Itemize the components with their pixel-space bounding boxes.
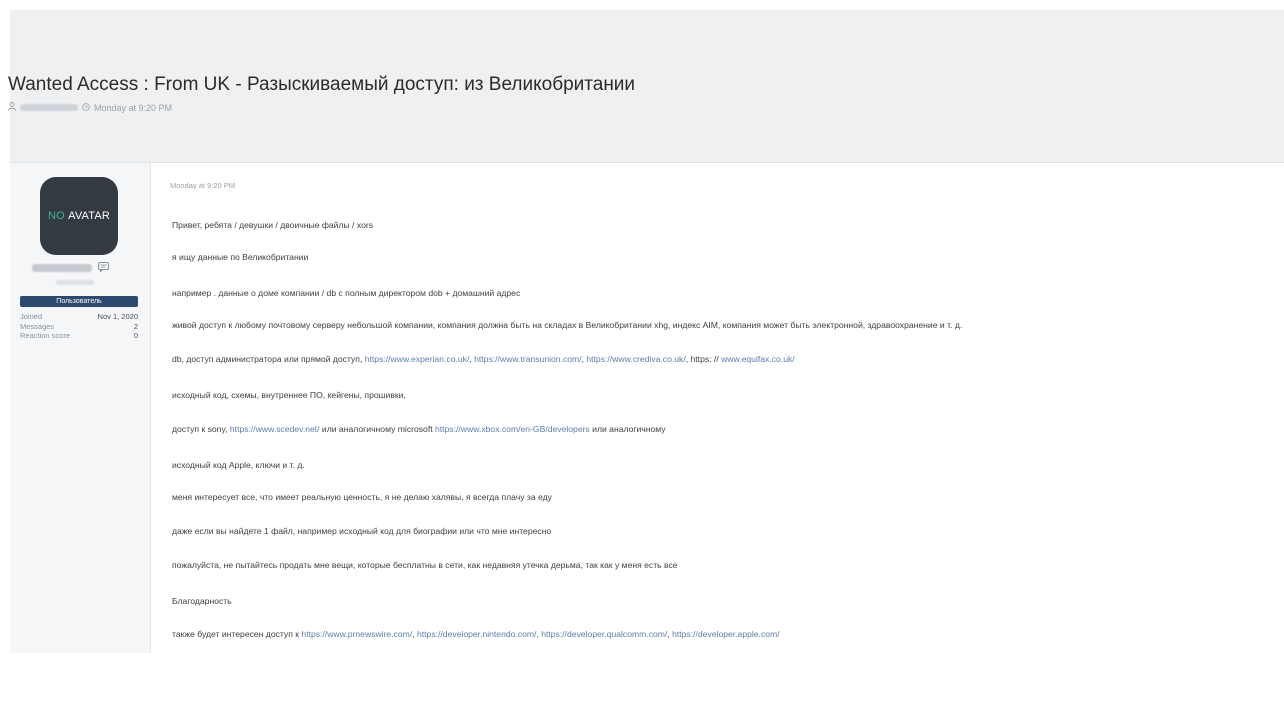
thread-time[interactable]: Monday at 9:20 PM	[94, 103, 172, 113]
stat-label: Messages	[20, 321, 55, 331]
text: также будет интересен доступ к	[172, 629, 302, 639]
stat-messages: Messages 2	[20, 322, 138, 332]
stat-value: Nov 1, 2020	[97, 312, 138, 321]
link-qualcomm-developer[interactable]: https://developer.qualcomm.com/	[541, 629, 667, 639]
avatar[interactable]: NO AVATAR	[40, 177, 118, 255]
link-transunion[interactable]: https://www.transunion.com/	[474, 354, 581, 364]
thread-title: Wanted Access : From UK - Разыскиваемый …	[8, 74, 636, 95]
user-stats: Joined Nov 1, 2020 Messages 2 Reaction s…	[20, 312, 138, 341]
post-line: даже если вы найдете 1 файл, например ис…	[172, 526, 552, 536]
post-line: доступ к sony, https://www.scedev.net/ и…	[172, 424, 666, 434]
clock-icon	[82, 102, 90, 113]
link-nintendo-developer[interactable]: https://developer.nintendo.com/	[417, 629, 536, 639]
user-title	[56, 280, 94, 285]
post-line: например . данные о доме компании / db с…	[172, 288, 521, 298]
link-scedev[interactable]: https://www.scedev.net/	[230, 424, 320, 434]
text: или аналогичному microsoft	[319, 424, 436, 434]
text: доступ к sony,	[172, 424, 230, 434]
message-icon[interactable]	[98, 261, 109, 275]
link-prnewswire[interactable]: https://www.prnewswire.com/	[301, 629, 412, 639]
stat-value: 2	[133, 321, 138, 331]
text: db, доступ администратора или прямой дос…	[172, 354, 365, 364]
post: NO AVATAR Пользователь Joined Nov 1, 202…	[10, 162, 1284, 653]
user-icon	[8, 102, 16, 113]
post-line: живой доступ к любому почтовому серверу …	[172, 320, 963, 330]
link-equifax[interactable]: www.equifax.co.uk/	[721, 354, 795, 364]
thread-author-name[interactable]	[20, 104, 78, 111]
avatar-word-text: AVATAR	[68, 210, 111, 222]
post-line: я ищу данные по Великобритании	[172, 252, 309, 262]
post-line: Благодарность	[172, 596, 232, 606]
post-author-sidebar: NO AVATAR Пользователь Joined Nov 1, 202…	[10, 163, 151, 653]
text: или аналогичному	[589, 424, 666, 434]
post-line: пожалуйста, не пытайтесь продать мне вещ…	[172, 560, 678, 570]
avatar-no-text: NO	[47, 210, 65, 222]
stat-value: 0	[133, 331, 138, 340]
stat-reaction-score: Reaction score 0	[20, 331, 138, 341]
post-body: Monday at 9:20 PM Привет, ребята / девуш…	[160, 163, 1284, 653]
link-experian[interactable]: https://www.experian.co.uk/	[365, 354, 470, 364]
stat-joined: Joined Nov 1, 2020	[20, 312, 138, 322]
username[interactable]	[32, 264, 92, 272]
link-crediva[interactable]: https://www.crediva.co.uk/	[586, 354, 685, 364]
link-apple-developer[interactable]: https://developer.apple.com/	[672, 629, 780, 639]
post-line: меня интересует все, что имеет реальную …	[172, 492, 552, 502]
text: , https: //	[685, 354, 722, 364]
post-line: db, доступ администратора или прямой дос…	[172, 354, 795, 364]
stat-label: Joined	[20, 312, 43, 321]
thread-meta: Monday at 9:20 PM	[8, 102, 172, 113]
post-line: исходный код Apple, ключи и т. д.	[172, 460, 305, 470]
link-xbox-developers[interactable]: https://www.xbox.com/en-GB/developers	[435, 424, 590, 434]
post-line: также будет интересен доступ к https://w…	[172, 629, 780, 639]
stat-label: Reaction score	[20, 331, 71, 340]
post-date[interactable]: Monday at 9:20 PM	[170, 181, 235, 190]
role-badge: Пользователь	[20, 296, 138, 307]
post-line: Привет, ребята / девушки / двоичные файл…	[172, 220, 374, 230]
username-row	[32, 261, 132, 275]
post-line: исходный код, схемы, внутреннее ПО, кейг…	[172, 390, 406, 400]
